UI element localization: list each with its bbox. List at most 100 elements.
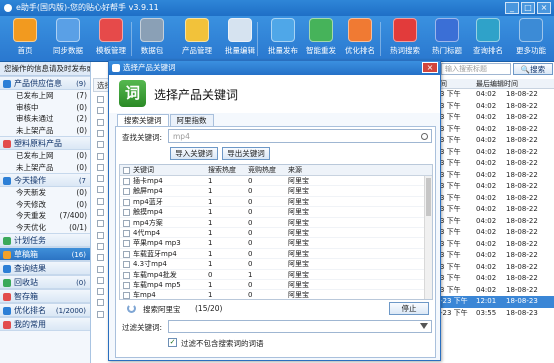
keyword-row-checkbox[interactable] xyxy=(123,188,130,196)
sidebar-group-4[interactable]: 计划任务 xyxy=(0,233,90,247)
row-checkbox[interactable] xyxy=(97,288,104,296)
tab-search-keywords[interactable]: 搜索关键词 xyxy=(117,114,169,126)
sidebar-group-7[interactable]: 回收站 (0) xyxy=(0,275,90,289)
sidebar-group-2[interactable]: 塑料原料产品 xyxy=(0,136,90,150)
toolbar-button-3[interactable]: 模板管理 xyxy=(90,18,132,56)
keyword-row[interactable]: 车mp4 1 0 阿里宝 xyxy=(120,290,432,299)
keyword-row-checkbox[interactable] xyxy=(123,240,130,248)
table-row[interactable]: 3 下午 04:02 18-08-22 xyxy=(438,193,554,205)
maximize-button[interactable]: □ xyxy=(521,2,535,14)
keyword-row-checkbox[interactable] xyxy=(123,250,130,258)
sidebar-group-8[interactable]: 智存箱 xyxy=(0,289,90,303)
toolbar-button-8[interactable]: 智能重发 xyxy=(300,18,342,56)
table-row[interactable]: 3 下午 04:02 18-08-22 xyxy=(438,181,554,193)
table-row[interactable]: 3 下午 04:02 18-08-22 xyxy=(438,204,554,216)
keyword-table-scrollbar[interactable] xyxy=(424,176,432,299)
toolbar-button-12[interactable]: 查询排名 xyxy=(467,18,509,56)
filter-funnel-icon[interactable] xyxy=(420,323,428,329)
dialog-close-button[interactable]: × xyxy=(422,62,438,73)
sidebar-group-3[interactable]: 今天操作 (7 xyxy=(0,173,90,187)
sidebar-item[interactable]: 已发布上网 (7) xyxy=(0,90,90,102)
keyword-row[interactable]: 4代mp4 1 0 阿里宝 xyxy=(120,228,432,239)
sidebar-group-6[interactable]: 查询结果 xyxy=(0,261,90,275)
sidebar-item[interactable]: 今天优化 (0/1) xyxy=(0,222,90,234)
table-row[interactable]: 3 下午 04:02 18-08-22 xyxy=(438,158,554,170)
table-row[interactable]: 3 下午 04:02 18-08-22 xyxy=(438,170,554,182)
sidebar-item[interactable]: 今天修改 (0) xyxy=(0,199,90,211)
search-input[interactable]: 输入搜索标题 xyxy=(441,63,511,75)
row-checkbox[interactable] xyxy=(97,299,104,307)
export-keywords-button[interactable]: 导出关键词 xyxy=(222,147,270,160)
table-row[interactable]: 3 下午 04:02 18-08-22 xyxy=(438,147,554,159)
row-checkbox[interactable] xyxy=(97,197,104,205)
toolbar-button-6[interactable]: 批量编辑 xyxy=(219,18,261,56)
row-checkbox[interactable] xyxy=(97,163,104,171)
import-keywords-button[interactable]: 导入关键词 xyxy=(170,147,218,160)
keyword-row-checkbox[interactable] xyxy=(123,292,130,299)
table-row[interactable]: 3 下午 04:02 18-08-22 xyxy=(438,239,554,251)
toolbar-button-2[interactable]: 同步数据 xyxy=(47,18,89,56)
sidebar-item[interactable]: 未上架产品 (0) xyxy=(0,162,90,174)
sidebar-item[interactable]: 审核未通过 (2) xyxy=(0,113,90,125)
search-button[interactable]: 🔍搜索 xyxy=(513,63,553,75)
keyword-row-checkbox[interactable] xyxy=(123,209,130,217)
toolbar-button-13[interactable]: 更多功能 xyxy=(510,18,552,56)
row-checkbox[interactable] xyxy=(97,129,104,137)
table-row[interactable]: 3 下午 04:02 18-08-22 xyxy=(438,124,554,136)
sidebar-item[interactable]: 已发布上网 (0) xyxy=(0,150,90,162)
sidebar-group-1[interactable]: 产品供应信息 (9) xyxy=(0,76,90,90)
toolbar-button-1[interactable]: 首页 xyxy=(4,18,46,56)
table-row[interactable]: 3 下午 04:02 18-08-22 xyxy=(438,216,554,228)
table-row[interactable]: 3 下午 04:02 18-08-22 xyxy=(438,262,554,274)
row-checkbox[interactable] xyxy=(97,141,104,149)
table-row[interactable]: -23 下午 12:01 18-08-23 xyxy=(438,296,554,308)
sidebar-group-9[interactable]: 优化排名 (1/2000) xyxy=(0,303,90,317)
keyword-row[interactable]: 触屏mp4 1 0 阿里宝 xyxy=(120,186,432,197)
row-checkbox[interactable] xyxy=(97,96,104,103)
sidebar-group-10[interactable]: 我的常用 xyxy=(0,317,90,331)
magnifier-icon[interactable] xyxy=(421,133,428,140)
keyword-row-checkbox[interactable] xyxy=(123,178,130,185)
row-checkbox[interactable] xyxy=(97,242,104,250)
keyword-row-checkbox[interactable] xyxy=(123,261,130,269)
table-row[interactable]: 3 下午 04:02 18-08-22 xyxy=(438,285,554,297)
table-row[interactable]: 3 下午 04:02 18-08-22 xyxy=(438,273,554,285)
row-checkbox[interactable] xyxy=(97,107,104,115)
find-keyword-input[interactable]: mp4 xyxy=(168,129,432,143)
table-row[interactable]: 3 下午 04:02 18-08-22 xyxy=(438,227,554,239)
toolbar-button-9[interactable]: 优化排名 xyxy=(339,18,381,56)
row-checkbox[interactable] xyxy=(97,118,104,126)
toolbar-button-7[interactable]: 批量发布 xyxy=(262,18,304,56)
table-row[interactable]: 3 下午 04:02 18-08-22 xyxy=(438,112,554,124)
row-checkbox[interactable] xyxy=(97,254,104,262)
row-checkbox[interactable] xyxy=(97,265,104,273)
keyword-row-checkbox[interactable] xyxy=(123,229,130,237)
keyword-row[interactable]: 苹果mp4 mp3 1 0 阿里宝 xyxy=(120,238,432,249)
row-checkbox[interactable] xyxy=(97,175,104,183)
row-checkbox[interactable] xyxy=(97,310,104,318)
keyword-row[interactable]: 触摸mp4 1 0 阿里宝 xyxy=(120,207,432,218)
row-checkbox[interactable] xyxy=(97,152,104,160)
filter-keyword-input[interactable] xyxy=(168,320,432,333)
keyword-row-checkbox[interactable] xyxy=(123,219,130,227)
keyword-row[interactable]: 车载蓝牙mp4 1 0 阿里宝 xyxy=(120,249,432,260)
keyword-row-checkbox[interactable] xyxy=(123,281,130,289)
keyword-row[interactable]: mp4方案 1 0 阿里宝 xyxy=(120,218,432,228)
tab-ali-index[interactable]: 阿里指数 xyxy=(169,114,214,126)
toolbar-button-5[interactable]: 产品管理 xyxy=(176,18,218,56)
keyword-row[interactable]: 车载mp4批发 0 1 阿里宝 xyxy=(120,270,432,280)
keyword-row[interactable]: 插卡mp4 1 0 阿里宝 xyxy=(120,176,432,187)
sidebar-item[interactable]: 审核中 (0) xyxy=(0,102,90,114)
sidebar-item[interactable]: 今天重发 (7/400) xyxy=(0,210,90,222)
table-row[interactable]: 3 下午 04:02 18-08-22 xyxy=(438,101,554,113)
keyword-row[interactable]: 车载mp4 mp5 1 0 阿里宝 xyxy=(120,280,432,291)
row-checkbox[interactable] xyxy=(97,231,104,239)
keyword-row[interactable]: 4.3寸mp4 1 0 阿里宝 xyxy=(120,259,432,270)
sidebar-item[interactable]: 今天新发 (0) xyxy=(0,187,90,199)
table-row[interactable]: 3 下午 04:02 18-08-22 xyxy=(438,250,554,262)
close-window-button[interactable]: × xyxy=(537,2,551,14)
row-checkbox[interactable] xyxy=(97,186,104,194)
minimize-button[interactable]: _ xyxy=(505,2,519,14)
sidebar-group-5[interactable]: 草稿箱 (16) xyxy=(0,247,90,261)
row-checkbox[interactable] xyxy=(97,209,104,216)
